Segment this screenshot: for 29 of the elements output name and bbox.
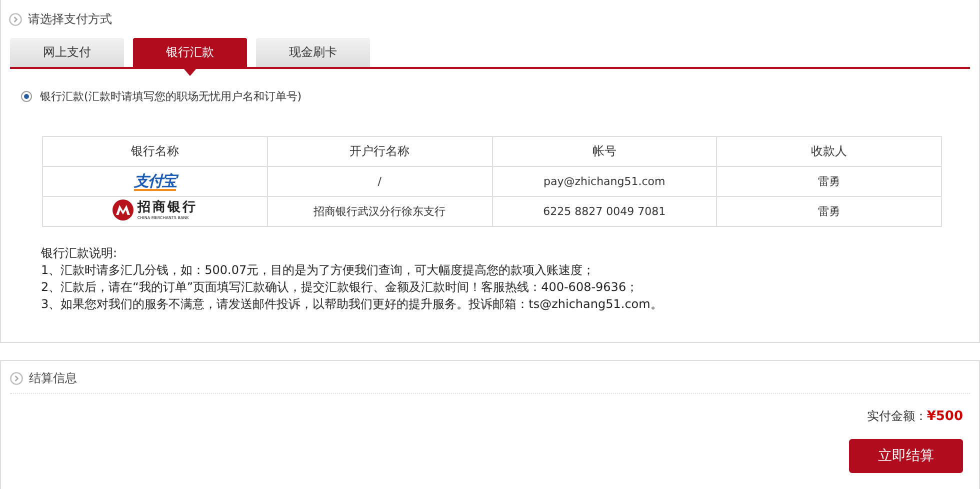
column-header: 帐号 [592, 144, 616, 158]
note-text: 3、如果您对我们的服务不满意，请发送邮件投诉，以帮助我们更好的提升服务。投诉邮箱：ts@zhichang51.com。 [41, 296, 664, 313]
chevron-circle-icon [10, 372, 23, 385]
table-cell: pay@zhichang51.com [544, 175, 666, 188]
column-header: 收款人 [811, 144, 848, 158]
table-cell: 雷勇 [818, 205, 840, 218]
bank-logo-text: 招商银行 [137, 200, 198, 214]
chevron-circle-icon [9, 13, 22, 26]
table-cell: 招商银行武汉分行徐东支行 [314, 205, 446, 218]
option-label: 银行汇款(汇款时请填写您的职场无忧用户名和订单号) [40, 89, 302, 104]
table-cell: 雷勇 [818, 175, 840, 188]
bank-emblem-icon [112, 199, 134, 221]
amount-label: 实付金额： [866, 408, 927, 425]
payment-tab[interactable]: 网上支付 [10, 38, 124, 67]
section-title: 请选择支付方式 [28, 11, 112, 28]
checkout-button[interactable]: 立即结算 [849, 439, 963, 473]
radio-button[interactable] [21, 91, 32, 102]
section-title: 结算信息 [29, 370, 77, 387]
column-header: 开户行名称 [350, 144, 410, 158]
note-text: 2、汇款后，请在“我的订单”页面填写汇款确认，提交汇款银行、金额及汇款时间！客服热线：400-608-9636； [41, 279, 640, 296]
table-cell: / [378, 175, 382, 188]
payment-tab[interactable]: 银行汇款 [133, 38, 247, 67]
alipay-logo: 支付宝 [134, 172, 176, 190]
payment-tab[interactable]: 现金刷卡 [256, 38, 370, 67]
table-cell: 6225 8827 0049 7081 [543, 205, 666, 218]
amount-value: ¥500 [926, 409, 963, 424]
note-text: 银行汇款说明: [41, 245, 118, 262]
note-text: 1、汇款时请多汇几分钱，如：500.07元，目的是为了方便我们查询，可大幅度提高您的款项入账速度； [41, 262, 596, 279]
column-header: 银行名称 [130, 144, 179, 158]
